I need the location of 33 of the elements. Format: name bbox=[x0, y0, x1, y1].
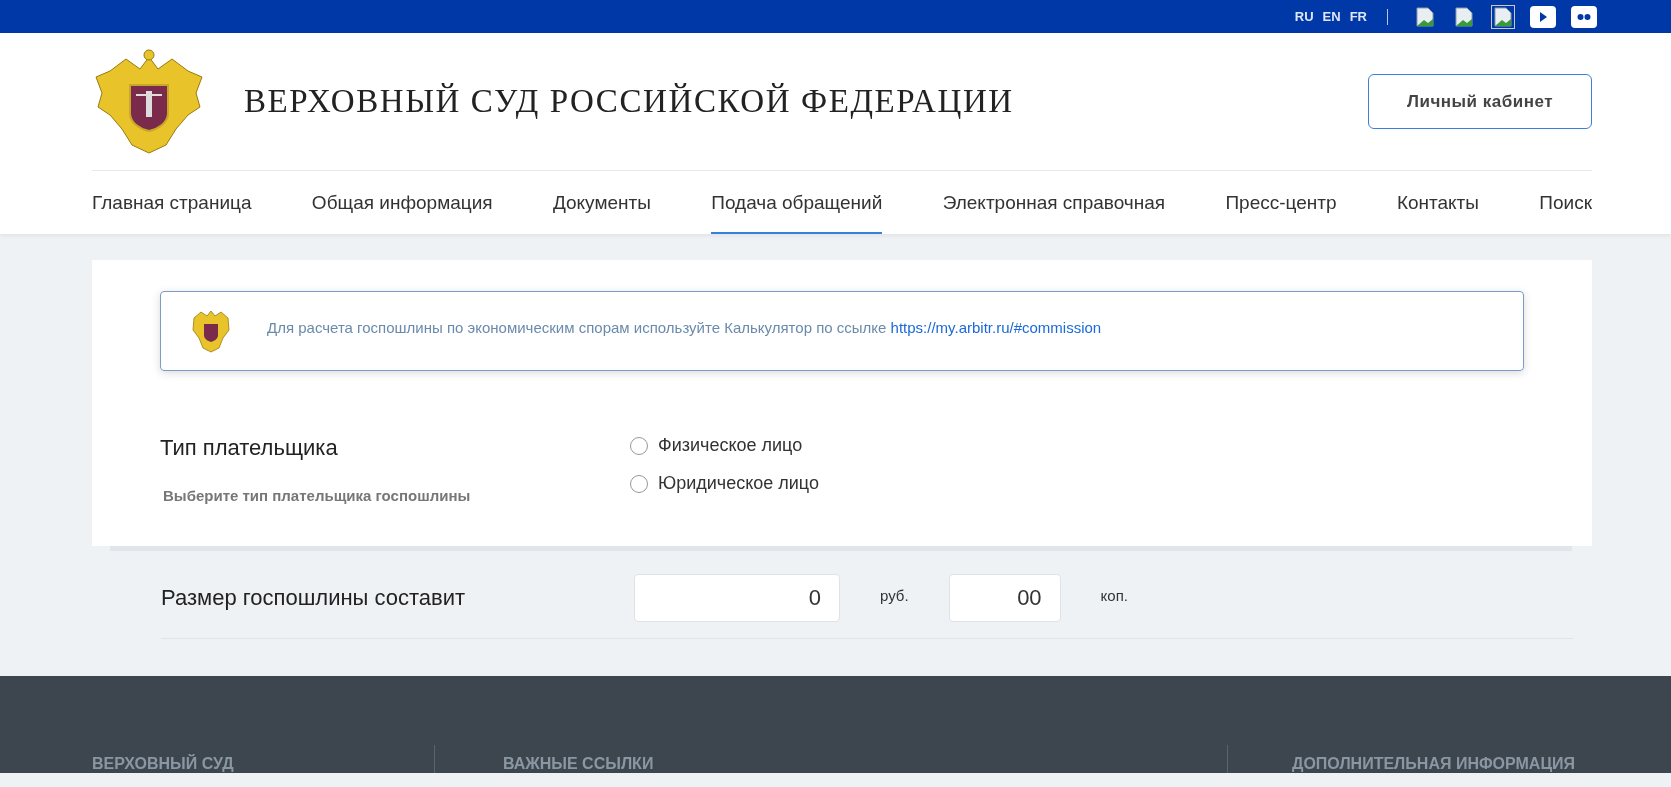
language-link[interactable]: FR bbox=[1349, 9, 1367, 24]
nav-tab[interactable]: Контакты bbox=[1396, 171, 1479, 234]
footer-heading: ДОПОЛНИТЕЛЬНАЯ ИНФОРМАЦИЯ bbox=[1292, 754, 1576, 773]
footer-heading: ВЕРХОВНЫЙ СУД bbox=[92, 754, 234, 773]
nav-tab[interactable]: Поиск bbox=[1539, 171, 1592, 234]
calculator-link[interactable]: https://my.arbitr.ru/#commission bbox=[890, 318, 1102, 336]
nav-tab[interactable]: Главная страница bbox=[92, 171, 252, 234]
nav-tab[interactable]: Пресс-центр bbox=[1225, 171, 1337, 234]
nav-tab[interactable]: Электронная справочная bbox=[942, 171, 1166, 234]
kopecks-unit: коп. bbox=[1100, 586, 1128, 604]
radio-label: Физическое лицо bbox=[658, 435, 803, 456]
nav-tab[interactable]: Общая информация bbox=[311, 171, 493, 234]
footer-heading: ВАЖНЫЕ ССЫЛКИ bbox=[503, 754, 654, 773]
broken-image-icon[interactable] bbox=[1413, 4, 1437, 29]
payer-type-radio[interactable]: Физическое лицо bbox=[630, 435, 819, 456]
notice-text: Для расчета госпошлины по экономическим спорам используйте Калькулятор по ссылке https://my.arbitr.ru/#commission bbox=[267, 318, 1102, 336]
play-icon[interactable] bbox=[1530, 5, 1556, 28]
rubles-unit: руб. bbox=[880, 586, 909, 604]
language-link[interactable]: RU bbox=[1294, 9, 1314, 24]
rubles-field[interactable]: 0 bbox=[634, 574, 840, 622]
site-title: ВЕРХОВНЫЙ СУД РОССИЙСКОЙ ФЕДЕРАЦИИ bbox=[244, 83, 1015, 120]
account-button[interactable]: Личный кабинет bbox=[1368, 74, 1592, 129]
payer-type-label: Тип плательщика bbox=[160, 435, 339, 461]
nav-tab[interactable]: Подача обращений bbox=[711, 171, 883, 234]
broken-image-icon[interactable] bbox=[1491, 4, 1515, 29]
dots-icon[interactable] bbox=[1571, 5, 1597, 28]
language-link[interactable]: EN bbox=[1322, 9, 1341, 24]
broken-image-icon[interactable] bbox=[1452, 4, 1476, 29]
payer-type-hint: Выберите тип плательщика госпошлины bbox=[162, 487, 472, 504]
nav-tab[interactable]: Документы bbox=[552, 171, 651, 234]
kopecks-field[interactable]: 00 bbox=[948, 574, 1061, 622]
emblem-icon bbox=[191, 308, 231, 354]
fee-label: Размер госпошлины составит bbox=[161, 585, 467, 611]
